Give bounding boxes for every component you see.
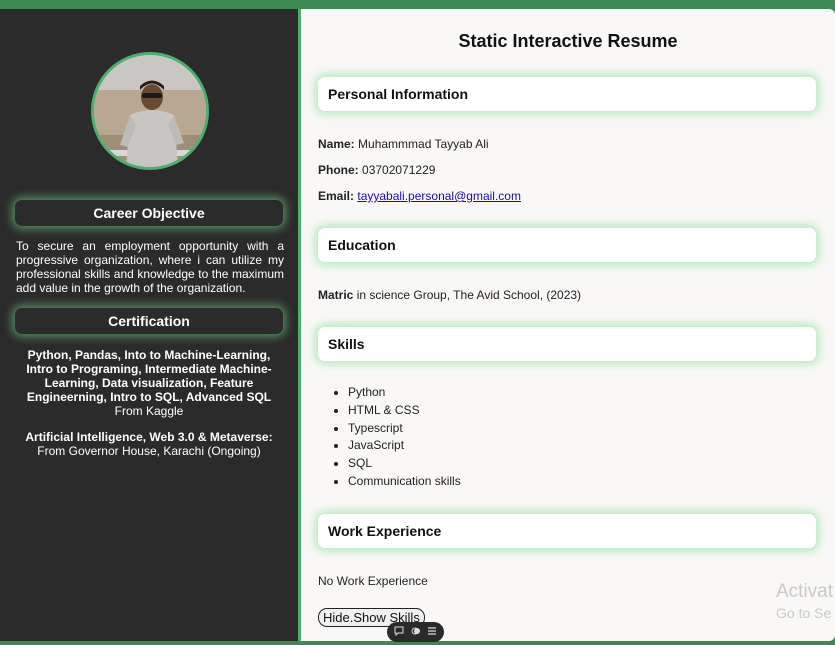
name-line: Name: Muhammmad Tayyab Ali <box>318 137 489 151</box>
floating-toolbar <box>387 622 444 642</box>
certification-kaggle-courses: Python, Pandas, Into to Machine-Learning… <box>26 348 272 404</box>
resume-window: Career Objective To secure an employment… <box>0 9 835 645</box>
menu-icon[interactable] <box>427 626 437 638</box>
certification-kaggle-source: From Kaggle <box>114 404 184 418</box>
email-line: Email: tayyabali.personal@gmail.com <box>318 189 521 203</box>
main-content: Static Interactive Resume Personal Infor… <box>301 9 835 641</box>
career-objective-text: To secure an employment opportunity with… <box>16 239 284 295</box>
education-heading: Education <box>318 228 816 262</box>
certification-governor-house: Artificial Intelligence, Web 3.0 & Metav… <box>20 430 278 458</box>
education-degree: Matric <box>318 288 354 302</box>
name-label: Name: <box>318 137 355 151</box>
page-title: Static Interactive Resume <box>458 31 678 51</box>
watermark-line-2: Go to Se <box>776 605 832 621</box>
work-experience-text: No Work Experience <box>318 574 428 588</box>
profile-photo <box>91 52 209 170</box>
personal-info-heading: Personal Information <box>318 77 816 111</box>
education-details: in science Group, The Avid School, (2023… <box>356 288 582 302</box>
activate-windows-watermark: Activat Go to Se <box>776 581 833 621</box>
watermark-line-1: Activat <box>776 581 834 602</box>
phone-value: 03702071229 <box>362 163 436 177</box>
work-experience-heading: Work Experience <box>318 514 816 548</box>
skill-item: Typescript <box>348 420 461 438</box>
email-label: Email: <box>318 189 355 203</box>
skill-item: SQL <box>348 455 461 473</box>
certification-governor-source: From Governor House, Karachi (Ongoing) <box>37 444 261 458</box>
sidebar: Career Objective To secure an employment… <box>0 9 301 641</box>
skills-heading: Skills <box>318 327 816 361</box>
certification-kaggle: Python, Pandas, Into to Machine-Learning… <box>20 348 278 418</box>
phone-label: Phone: <box>318 163 359 177</box>
skill-item: HTML & CSS <box>348 402 461 420</box>
skill-item: JavaScript <box>348 437 461 455</box>
career-objective-heading: Career Objective <box>15 200 283 226</box>
skill-item: Python <box>348 384 461 402</box>
toggle-icon[interactable] <box>411 626 421 638</box>
certification-heading: Certification <box>15 308 283 334</box>
certification-governor-courses: Artificial Intelligence, Web 3.0 & Metav… <box>25 430 273 444</box>
name-value: Muhammmad Tayyab Ali <box>358 137 489 151</box>
skill-item: Communication skills <box>348 473 461 491</box>
email-link[interactable]: tayyabali.personal@gmail.com <box>357 189 521 203</box>
skills-list: Python HTML & CSS Typescript JavaScript … <box>318 384 461 491</box>
phone-line: Phone: 03702071229 <box>318 163 435 177</box>
comment-icon[interactable] <box>394 626 404 638</box>
education-line: Matric in science Group, The Avid School… <box>318 288 581 302</box>
